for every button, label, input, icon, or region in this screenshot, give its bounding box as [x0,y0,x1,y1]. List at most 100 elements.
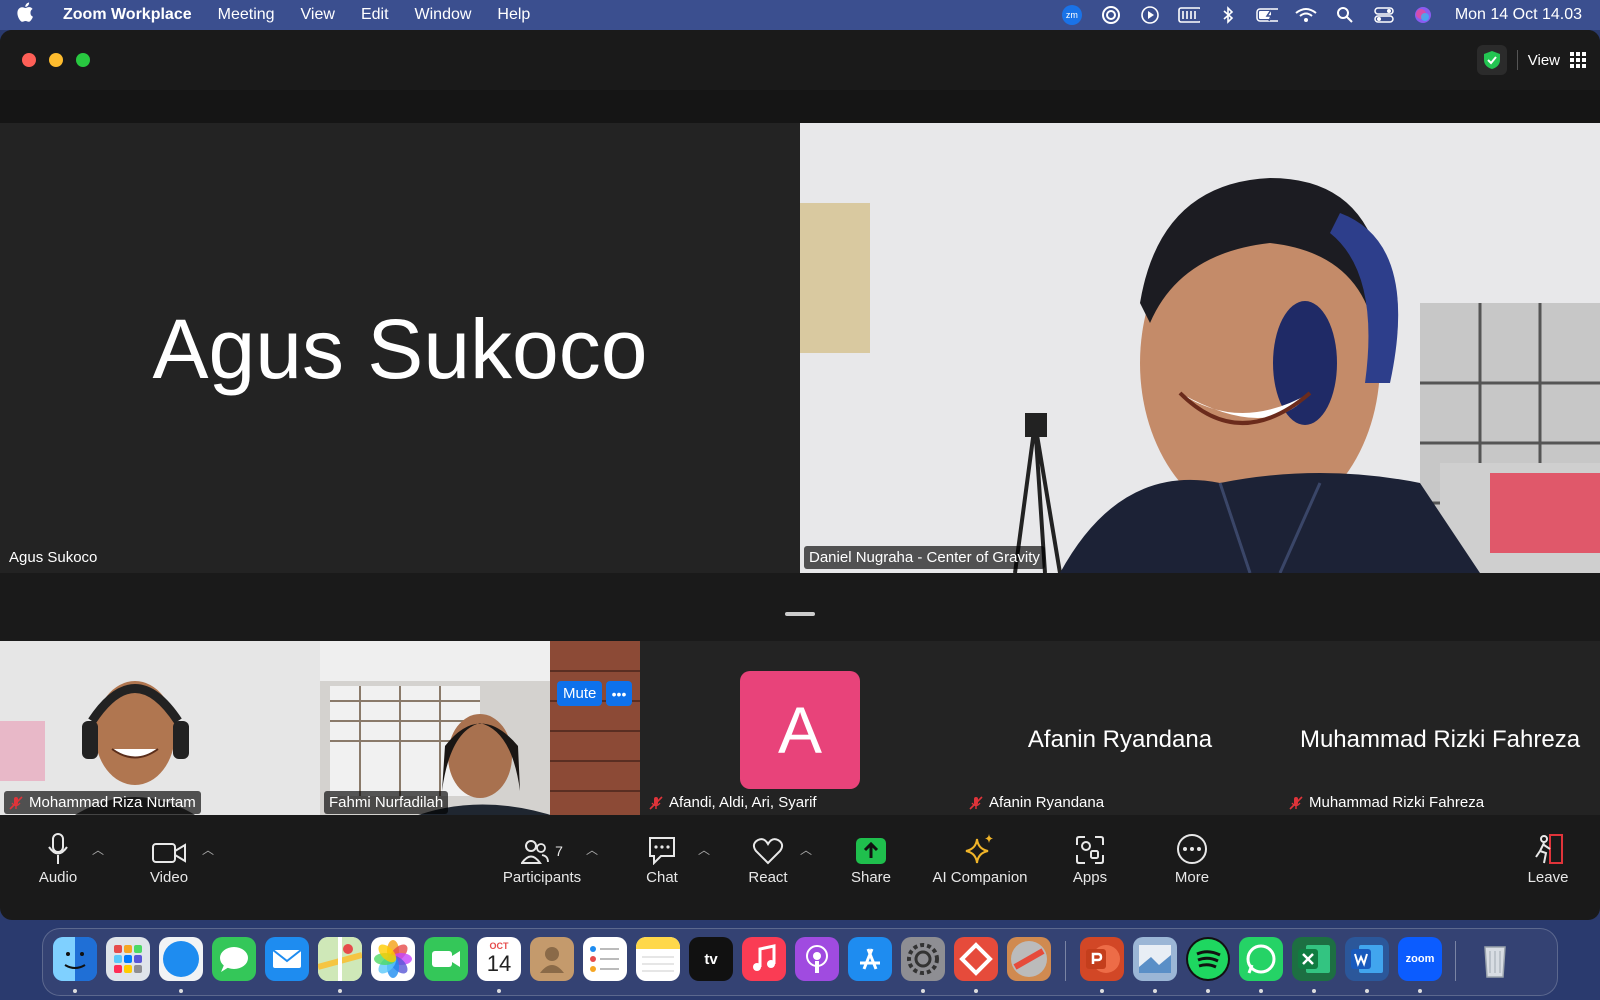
participant-tile-1[interactable]: Mohammad Riza Nurtam [0,641,320,818]
safari-icon[interactable] [159,937,203,981]
menu-clock[interactable]: Mon 14 Oct 14.03 [1455,6,1582,24]
system-settings-icon[interactable] [901,937,945,981]
anydesk-icon[interactable] [954,937,998,981]
speaker-name-tag: Agus Sukoco [9,549,98,566]
menu-window[interactable]: Window [402,6,485,24]
speaker-video-tile-right[interactable]: Daniel Nugraha - Center of Gravity [800,123,1600,573]
whatsapp-icon[interactable] [1239,937,1283,981]
participant-tile-5[interactable]: Muhammad Rizki Fahreza Muhammad Rizki Fa… [1280,641,1600,818]
play-icon[interactable] [1139,6,1161,24]
chat-options-chevron-icon[interactable]: ︿ [698,841,710,858]
wifi-icon[interactable] [1295,6,1317,24]
close-window-button[interactable] [22,53,36,67]
screen-record-icon[interactable] [1100,6,1122,24]
participant-name: Afanin Ryandana [989,794,1105,811]
chat-button[interactable]: Chat [640,827,684,886]
dock: OCT 14 tv zoom [42,928,1558,996]
siri-icon[interactable] [1412,6,1434,24]
audio-button[interactable]: Audio [36,827,80,886]
ai-companion-label: AI Companion [932,869,1028,886]
leave-button[interactable]: Leave [1524,827,1572,886]
excel-running-indicator [1312,989,1316,993]
apple-tv-label: tv [704,950,718,968]
zoom-window-button[interactable] [76,53,90,67]
participant-tile-3[interactable]: A Afandi, Aldi, Ari, Syarif [640,641,960,818]
bluetooth-icon[interactable] [1217,6,1239,24]
participant-name: Muhammad Rizki Fahreza [1309,794,1485,811]
word-running-indicator [1365,989,1369,993]
audio-label: Audio [38,869,78,886]
mail-icon[interactable] [265,937,309,981]
podcasts-icon[interactable] [795,937,839,981]
heart-icon [752,838,784,865]
menu-edit[interactable]: Edit [348,6,402,24]
finder-icon[interactable] [53,937,97,981]
leave-door-icon [1535,834,1563,864]
menu-help[interactable]: Help [484,6,543,24]
search-icon[interactable] [1334,6,1356,24]
zoom-status-icon[interactable]: zm [1061,5,1083,25]
zoom-app-icon[interactable]: zoom [1398,937,1442,981]
contacts-icon[interactable] [530,937,574,981]
zoom-running-indicator [1418,989,1422,993]
messages-icon[interactable] [212,937,256,981]
view-button[interactable]: View [1476,45,1586,75]
battery-icon[interactable] [1256,6,1278,24]
title-bar: View [0,30,1600,90]
encryption-shield-icon[interactable] [1476,45,1507,75]
apps-button[interactable]: Apps [1068,827,1112,886]
dock-separator [1065,941,1066,981]
react-options-chevron-icon[interactable]: ︿ [800,841,812,858]
participants-options-chevron-icon[interactable]: ︿ [586,841,598,858]
spotify-icon[interactable] [1186,937,1230,981]
trash-icon[interactable] [1473,937,1517,981]
muted-mic-icon [9,795,23,810]
preview-icon[interactable] [1133,937,1177,981]
maps-icon[interactable] [318,937,362,981]
react-button[interactable]: React [746,827,790,886]
calendar-icon[interactable]: OCT 14 [477,937,521,981]
participants-icon [521,840,549,864]
preview-running-indicator [1153,989,1157,993]
control-center-icon[interactable] [1373,6,1395,24]
speaker-tile-left[interactable]: Agus Sukoco Agus Sukoco [0,123,800,573]
launchpad-icon[interactable] [106,937,150,981]
more-label: More [1174,869,1210,886]
excel-icon[interactable] [1292,937,1336,981]
apple-menu-icon[interactable] [0,2,50,28]
app-store-icon[interactable] [848,937,892,981]
powerpoint-icon[interactable] [1080,937,1124,981]
apps-label: Apps [1072,869,1108,886]
facetime-icon[interactable] [424,937,468,981]
apple-tv-icon[interactable]: tv [689,937,733,981]
word-icon[interactable] [1345,937,1389,981]
notes-icon[interactable] [636,937,680,981]
resize-handle[interactable] [785,612,815,616]
reminders-icon[interactable] [583,937,627,981]
proxyman-icon[interactable] [1007,937,1051,981]
more-options-icon [1177,834,1207,864]
video-button[interactable]: Video [145,827,193,886]
safari-running-indicator [179,989,183,993]
participant-more-button[interactable]: ••• [606,681,632,706]
chat-label: Chat [646,869,678,886]
mute-participant-button[interactable]: Mute [557,681,603,706]
ai-companion-button[interactable]: AI Companion [930,827,1030,886]
participants-button[interactable]: 7 Participants [498,827,586,886]
more-button[interactable]: More [1170,827,1214,886]
audio-options-chevron-icon[interactable]: ︿ [92,841,104,858]
anydesk-running-indicator [974,989,978,993]
photos-icon[interactable] [371,937,415,981]
menu-app-name[interactable]: Zoom Workplace [50,6,205,24]
video-options-chevron-icon[interactable]: ︿ [202,841,214,858]
minimize-window-button[interactable] [49,53,63,67]
battery-bar-icon[interactable] [1178,6,1200,24]
share-button[interactable]: Share [849,827,893,886]
music-icon[interactable] [742,937,786,981]
system-settings-running-indicator [921,989,925,993]
maps-running-indicator [338,989,342,993]
participant-tile-2[interactable]: Fahmi Nurfadilah [320,641,640,818]
menu-view[interactable]: View [288,6,348,24]
menu-meeting[interactable]: Meeting [205,6,288,24]
participant-tile-4[interactable]: Afanin Ryandana Afanin Ryandana [960,641,1280,818]
